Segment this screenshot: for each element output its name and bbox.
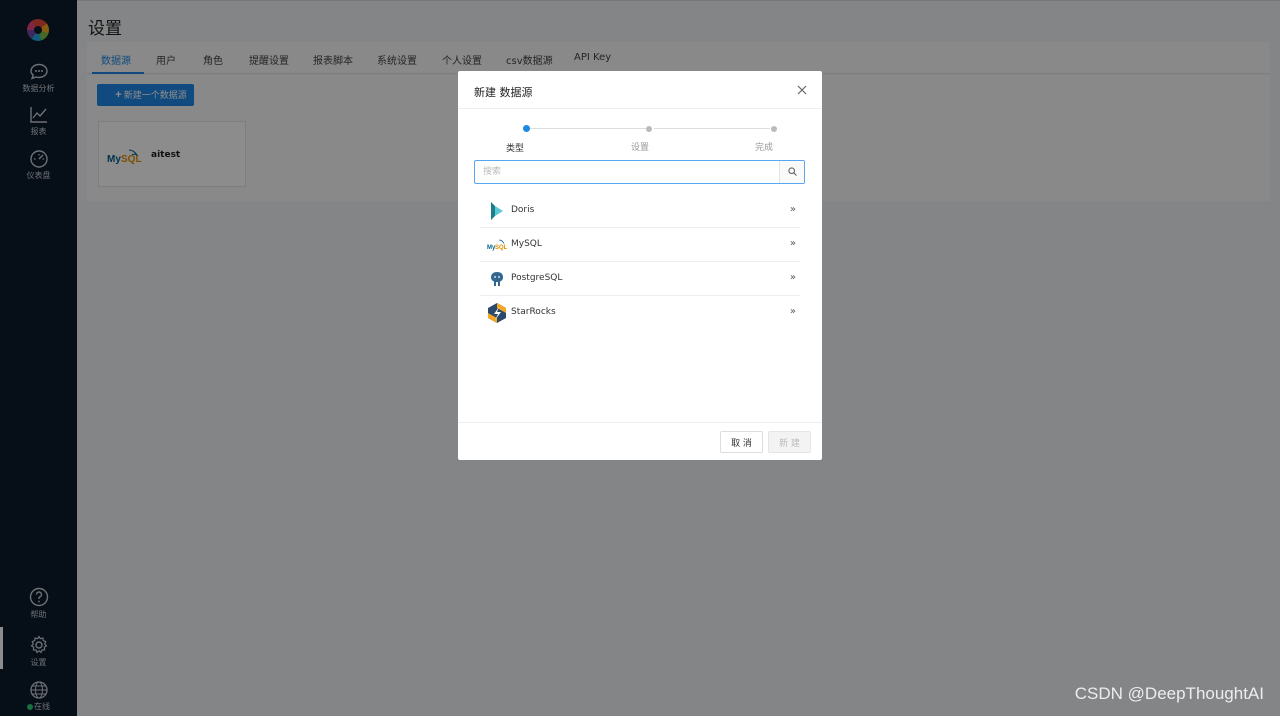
doris-icon [491, 202, 503, 220]
datasource-type-name: PostgreSQL [511, 273, 563, 283]
search-icon [788, 167, 797, 176]
mysql-icon: My SQL [487, 239, 507, 251]
postgresql-icon [491, 272, 503, 286]
cancel-button[interactable]: 取 消 [720, 431, 763, 453]
datasource-search [474, 160, 805, 184]
step-dot-finish [771, 126, 777, 132]
datasource-type-name: StarRocks [511, 307, 556, 317]
dialog-title: 新建 数据源 [474, 86, 533, 99]
datasource-type-name: Doris [511, 205, 535, 215]
step-label-finish: 完成 [755, 143, 774, 153]
step-connector [530, 128, 646, 129]
datasource-type-name: MySQL [511, 239, 542, 249]
list-item-mysql[interactable]: My SQL MySQL » [480, 228, 800, 262]
wizard-steps: 类型 设置 完成 [458, 121, 822, 161]
step-connector [654, 128, 770, 129]
chevron-double-right-icon: » [789, 306, 796, 317]
datasource-type-list: Doris » My SQL MySQL » PostgreSQL » Star… [480, 194, 800, 330]
watermark: CSDN @DeepThoughtAI [1074, 684, 1264, 703]
list-item-postgresql[interactable]: PostgreSQL » [480, 262, 800, 296]
search-input[interactable] [475, 161, 780, 183]
new-datasource-dialog: 新建 数据源 类型 设置 完成 Doris » My SQL [458, 71, 822, 460]
step-label-type: 类型 [506, 144, 525, 154]
chevron-double-right-icon: » [789, 204, 796, 215]
dialog-header: 新建 数据源 [458, 71, 822, 109]
close-icon[interactable] [796, 84, 808, 96]
chevron-double-right-icon: » [789, 272, 796, 283]
create-button[interactable]: 新 建 [768, 431, 811, 453]
step-dot-type [523, 125, 530, 132]
chevron-double-right-icon: » [789, 238, 796, 249]
dialog-footer: 取 消 新 建 [458, 422, 822, 460]
step-dot-settings [646, 126, 652, 132]
starrocks-icon [488, 303, 506, 323]
step-label-settings: 设置 [631, 143, 650, 153]
svg-text:SQL: SQL [495, 245, 507, 251]
search-button[interactable] [779, 161, 804, 183]
list-item-starrocks[interactable]: StarRocks » [480, 296, 800, 330]
list-item-doris[interactable]: Doris » [480, 194, 800, 228]
